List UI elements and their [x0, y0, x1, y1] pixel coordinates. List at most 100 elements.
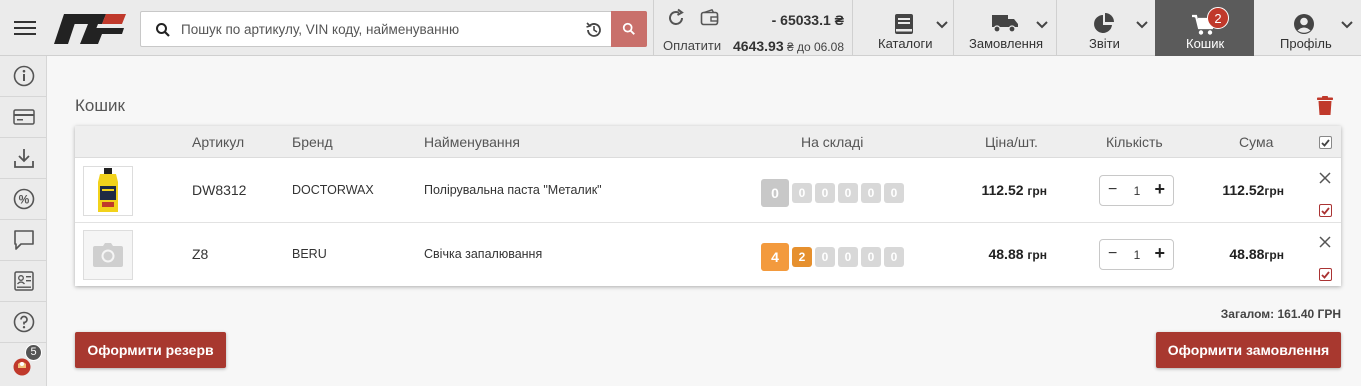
book-icon: [895, 14, 913, 34]
sidebar-item-discounts[interactable]: %: [0, 179, 47, 220]
select-all-checkbox[interactable]: [1319, 136, 1332, 149]
quantity-stepper: − 1 +: [1099, 175, 1174, 206]
stock-warehouse: 0: [815, 183, 835, 203]
place-order-button[interactable]: Оформити замовлення: [1156, 332, 1341, 368]
sidebar-item-downloads[interactable]: [0, 138, 47, 179]
document-icon: [13, 271, 34, 291]
sidebar-item-documents[interactable]: [0, 261, 47, 302]
nav-catalogs[interactable]: Каталоги: [853, 0, 953, 56]
product-image[interactable]: [83, 166, 133, 216]
percent-icon: %: [13, 188, 34, 210]
user-icon: [1294, 14, 1314, 34]
search-button[interactable]: [611, 11, 647, 47]
search-icon: [156, 23, 170, 37]
sidebar-item-messages[interactable]: [0, 220, 47, 261]
column-header-price: Ціна/шт.: [985, 134, 1038, 150]
row-name: Полірувальна паста "Металик": [424, 183, 602, 197]
polish-bottle-image: [98, 168, 118, 212]
currency: грн: [1264, 248, 1284, 262]
svg-text:%: %: [18, 193, 29, 207]
row-sum: 112.52грн: [1222, 182, 1284, 198]
row-brand: BERU: [292, 247, 327, 261]
search-box: [140, 11, 647, 47]
currency: грн: [1264, 184, 1284, 198]
row-checkbox[interactable]: [1319, 204, 1332, 217]
nav-orders-label: Замовлення: [969, 36, 1044, 51]
reserve-button[interactable]: Оформити резерв: [75, 332, 226, 368]
stock-warehouse: 0: [884, 247, 904, 267]
remove-row-icon[interactable]: [1318, 171, 1332, 185]
row-name: Свічка запалювання: [424, 247, 543, 261]
camera-icon: [93, 243, 123, 267]
wallet-icon[interactable]: [700, 9, 720, 27]
notifications-count-badge: 5: [25, 344, 42, 361]
info-icon: [13, 65, 34, 87]
stock-main: 4: [761, 243, 789, 271]
row-checkbox[interactable]: [1319, 268, 1332, 281]
nav-profile[interactable]: Профіль: [1254, 0, 1361, 56]
row-price: 112.52 грн: [981, 182, 1047, 198]
row-sum: 48.88грн: [1229, 246, 1284, 262]
nav-cart[interactable]: 2 Кошик: [1155, 0, 1254, 56]
cart-table: Артикул Бренд Найменування На складі Цін…: [75, 126, 1341, 286]
column-header-brand: Бренд: [292, 134, 333, 150]
due-value: 4643.93: [733, 38, 784, 54]
pay-link[interactable]: Оплатити: [663, 38, 721, 53]
check-icon: [1321, 138, 1330, 147]
quantity-value[interactable]: 1: [1131, 184, 1143, 198]
row-sku[interactable]: Z8: [192, 246, 208, 262]
stock-warehouse: 0: [884, 183, 904, 203]
card-icon: [12, 109, 35, 125]
cart-count-badge: 2: [1207, 7, 1229, 29]
increment-button[interactable]: +: [1154, 179, 1165, 200]
quantity-value[interactable]: 1: [1131, 248, 1143, 262]
logo[interactable]: [54, 14, 126, 44]
stock-warehouse: 0: [838, 247, 858, 267]
trash-icon[interactable]: [1317, 96, 1333, 115]
decrement-button[interactable]: −: [1108, 181, 1117, 199]
nav-catalogs-label: Каталоги: [878, 36, 933, 51]
top-bar: - 65033.1 ₴ Оплатити 4643.93 ₴ до 06.08 …: [0, 0, 1361, 56]
chevron-down-icon: [936, 21, 948, 29]
remove-row-icon[interactable]: [1318, 235, 1332, 249]
stock-warehouse: 2: [792, 247, 812, 267]
search-input[interactable]: [181, 12, 581, 46]
sidebar-item-notifications[interactable]: 5: [0, 343, 47, 384]
column-header-sku: Артикул: [192, 134, 245, 150]
chevron-down-icon: [1036, 21, 1048, 29]
sidebar-item-help[interactable]: [0, 302, 47, 343]
sidebar-item-payments[interactable]: [0, 97, 47, 138]
column-header-stock: На складі: [801, 134, 864, 150]
chat-icon: [13, 230, 34, 250]
download-icon: [13, 149, 34, 168]
refresh-icon[interactable]: [666, 8, 686, 28]
history-icon[interactable]: [584, 20, 604, 40]
stock-warehouse: 0: [861, 247, 881, 267]
nav-reports[interactable]: Звіти: [1057, 0, 1155, 56]
price-value: 48.88: [988, 246, 1024, 262]
sidebar: % 5: [0, 56, 47, 386]
stock-warehouse: 0: [815, 247, 835, 267]
menu-button[interactable]: [0, 0, 50, 56]
chevron-down-icon: [1341, 21, 1353, 29]
nav-orders[interactable]: Замовлення: [954, 0, 1056, 56]
stock-indicators: 4 2 0 0 0 0: [761, 243, 904, 271]
product-image[interactable]: [83, 230, 133, 280]
sidebar-item-info[interactable]: [0, 56, 47, 97]
price-value: 112.52: [981, 182, 1024, 198]
row-sku[interactable]: DW8312: [192, 182, 246, 198]
stock-warehouse: 0: [861, 183, 881, 203]
stock-warehouse: 0: [838, 183, 858, 203]
decrement-button[interactable]: −: [1108, 245, 1117, 263]
row-brand: DOCTORWAX: [292, 183, 374, 197]
sum-value: 48.88: [1229, 246, 1265, 262]
page-title: Кошик: [75, 96, 125, 115]
table-row: Z8 BERU Свічка запалювання 4 2 0 0 0 0 4…: [75, 223, 1341, 287]
quantity-stepper: − 1 +: [1099, 239, 1174, 270]
nav-profile-label: Профіль: [1280, 36, 1332, 51]
currency: грн: [1027, 248, 1047, 262]
increment-button[interactable]: +: [1154, 243, 1165, 264]
nav-cart-label: Кошик: [1186, 36, 1225, 51]
column-header-name: Найменування: [424, 134, 520, 150]
column-header-sum: Сума: [1239, 134, 1274, 150]
